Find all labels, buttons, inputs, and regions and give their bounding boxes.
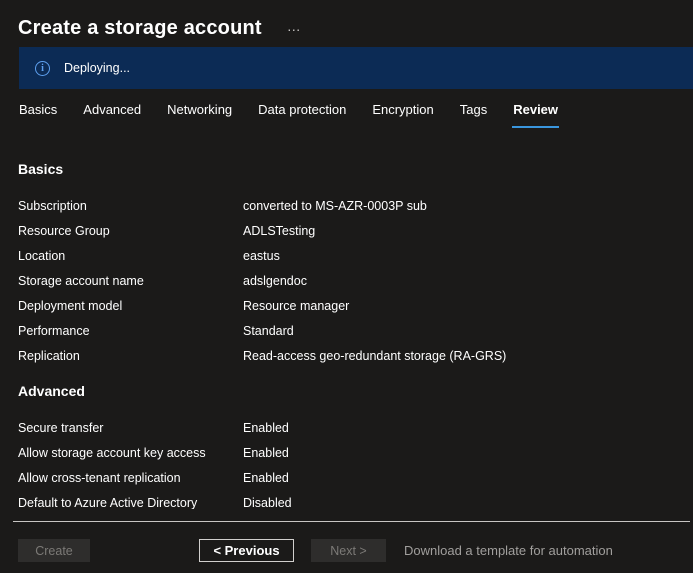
create-storage-account-blade: Create a storage account … i Deploying..… [0,0,693,573]
row-value: Disabled [243,495,693,509]
row-label: Replication [18,348,243,364]
tab-tags[interactable]: Tags [459,102,488,128]
tab-advanced[interactable]: Advanced [82,102,142,128]
review-row-location: Location eastus [18,248,693,273]
deploying-banner: i Deploying... [19,47,693,89]
row-label: Secure transfer [18,420,243,436]
row-value: Enabled [243,420,693,436]
row-value: ADLSTesting [243,223,693,239]
tab-review[interactable]: Review [512,102,559,128]
row-value: adslgendoc [243,273,693,289]
row-value: Resource manager [243,298,693,314]
row-label: Allow storage account key access [18,445,243,461]
tab-basics[interactable]: Basics [18,102,58,128]
review-content: Basics Subscription converted to MS-AZR-… [18,128,693,509]
review-row-default-aad: Default to Azure Active Directory author… [18,495,693,509]
review-row-cross-tenant-replication: Allow cross-tenant replication Enabled [18,470,693,495]
review-row-replication: Replication Read-access geo-redundant st… [18,348,693,373]
row-label: Allow cross-tenant replication [18,470,243,486]
blade-titlebar: Create a storage account … [0,0,693,47]
review-row-secure-transfer: Secure transfer Enabled [18,420,693,445]
create-button[interactable]: Create [18,539,90,562]
row-value: Read-access geo-redundant storage (RA-GR… [243,348,693,364]
review-row-deployment-model: Deployment model Resource manager [18,298,693,323]
next-button[interactable]: Next > [311,539,386,562]
previous-button[interactable]: < Previous [199,539,294,562]
info-icon: i [35,61,50,76]
footer-action-bar: Create < Previous Next > Download a temp… [0,522,693,573]
row-label: Performance [18,323,243,339]
review-row-storage-account-name: Storage account name adslgendoc [18,273,693,298]
row-label: Subscription [18,198,243,214]
page-title: Create a storage account [18,17,262,40]
row-value: Enabled [243,445,693,461]
review-row-resource-group: Resource Group ADLSTesting [18,223,693,248]
row-label: Default to Azure Active Directory author… [18,495,243,509]
download-template-link[interactable]: Download a template for automation [404,543,613,558]
tab-networking[interactable]: Networking [166,102,233,128]
review-row-performance: Performance Standard [18,323,693,348]
row-label: Deployment model [18,298,243,314]
section-heading-advanced: Advanced [18,373,693,399]
tab-bar: Basics Advanced Networking Data protecti… [18,102,693,128]
tab-encryption[interactable]: Encryption [371,102,434,128]
row-value: eastus [243,248,693,264]
tab-data-protection[interactable]: Data protection [257,102,347,128]
review-row-subscription: Subscription converted to MS-AZR-0003P s… [18,198,693,223]
row-value: Standard [243,323,693,339]
row-value: converted to MS-AZR-0003P sub [243,198,693,214]
row-label: Location [18,248,243,264]
section-heading-basics: Basics [18,128,693,177]
banner-text: Deploying... [64,61,130,75]
context-menu-icon[interactable]: … [287,18,302,34]
review-row-key-access: Allow storage account key access Enabled [18,445,693,470]
row-label: Resource Group [18,223,243,239]
row-label: Storage account name [18,273,243,289]
row-value: Enabled [243,470,693,486]
